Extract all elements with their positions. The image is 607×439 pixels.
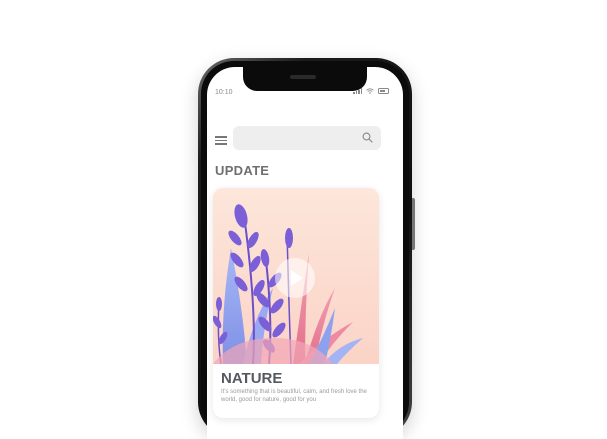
nature-card[interactable]: NATURE It's something that is beautiful,…: [213, 188, 379, 418]
section-title: UPDATE: [215, 163, 270, 178]
phone-frame: 10:10 UPDATE NATURE It's something that …: [198, 58, 415, 439]
status-time: 10:10: [215, 89, 233, 96]
hamburger-menu-icon[interactable]: [215, 136, 227, 145]
side-button: [412, 198, 415, 250]
phone-screen: 10:10 UPDATE NATURE It's something that …: [207, 67, 403, 439]
card-description: It's something that is beautiful, calm, …: [221, 389, 367, 403]
status-icons: [353, 88, 389, 94]
play-icon: [291, 270, 303, 286]
signal-icon: [353, 88, 362, 94]
notch: [243, 67, 367, 91]
battery-icon: [378, 88, 389, 94]
play-button[interactable]: [275, 258, 315, 298]
search-icon[interactable]: [362, 132, 373, 143]
wifi-icon: [366, 88, 374, 94]
search-input[interactable]: [233, 126, 381, 150]
card-title: NATURE: [221, 370, 283, 387]
speaker-grille: [290, 75, 316, 79]
